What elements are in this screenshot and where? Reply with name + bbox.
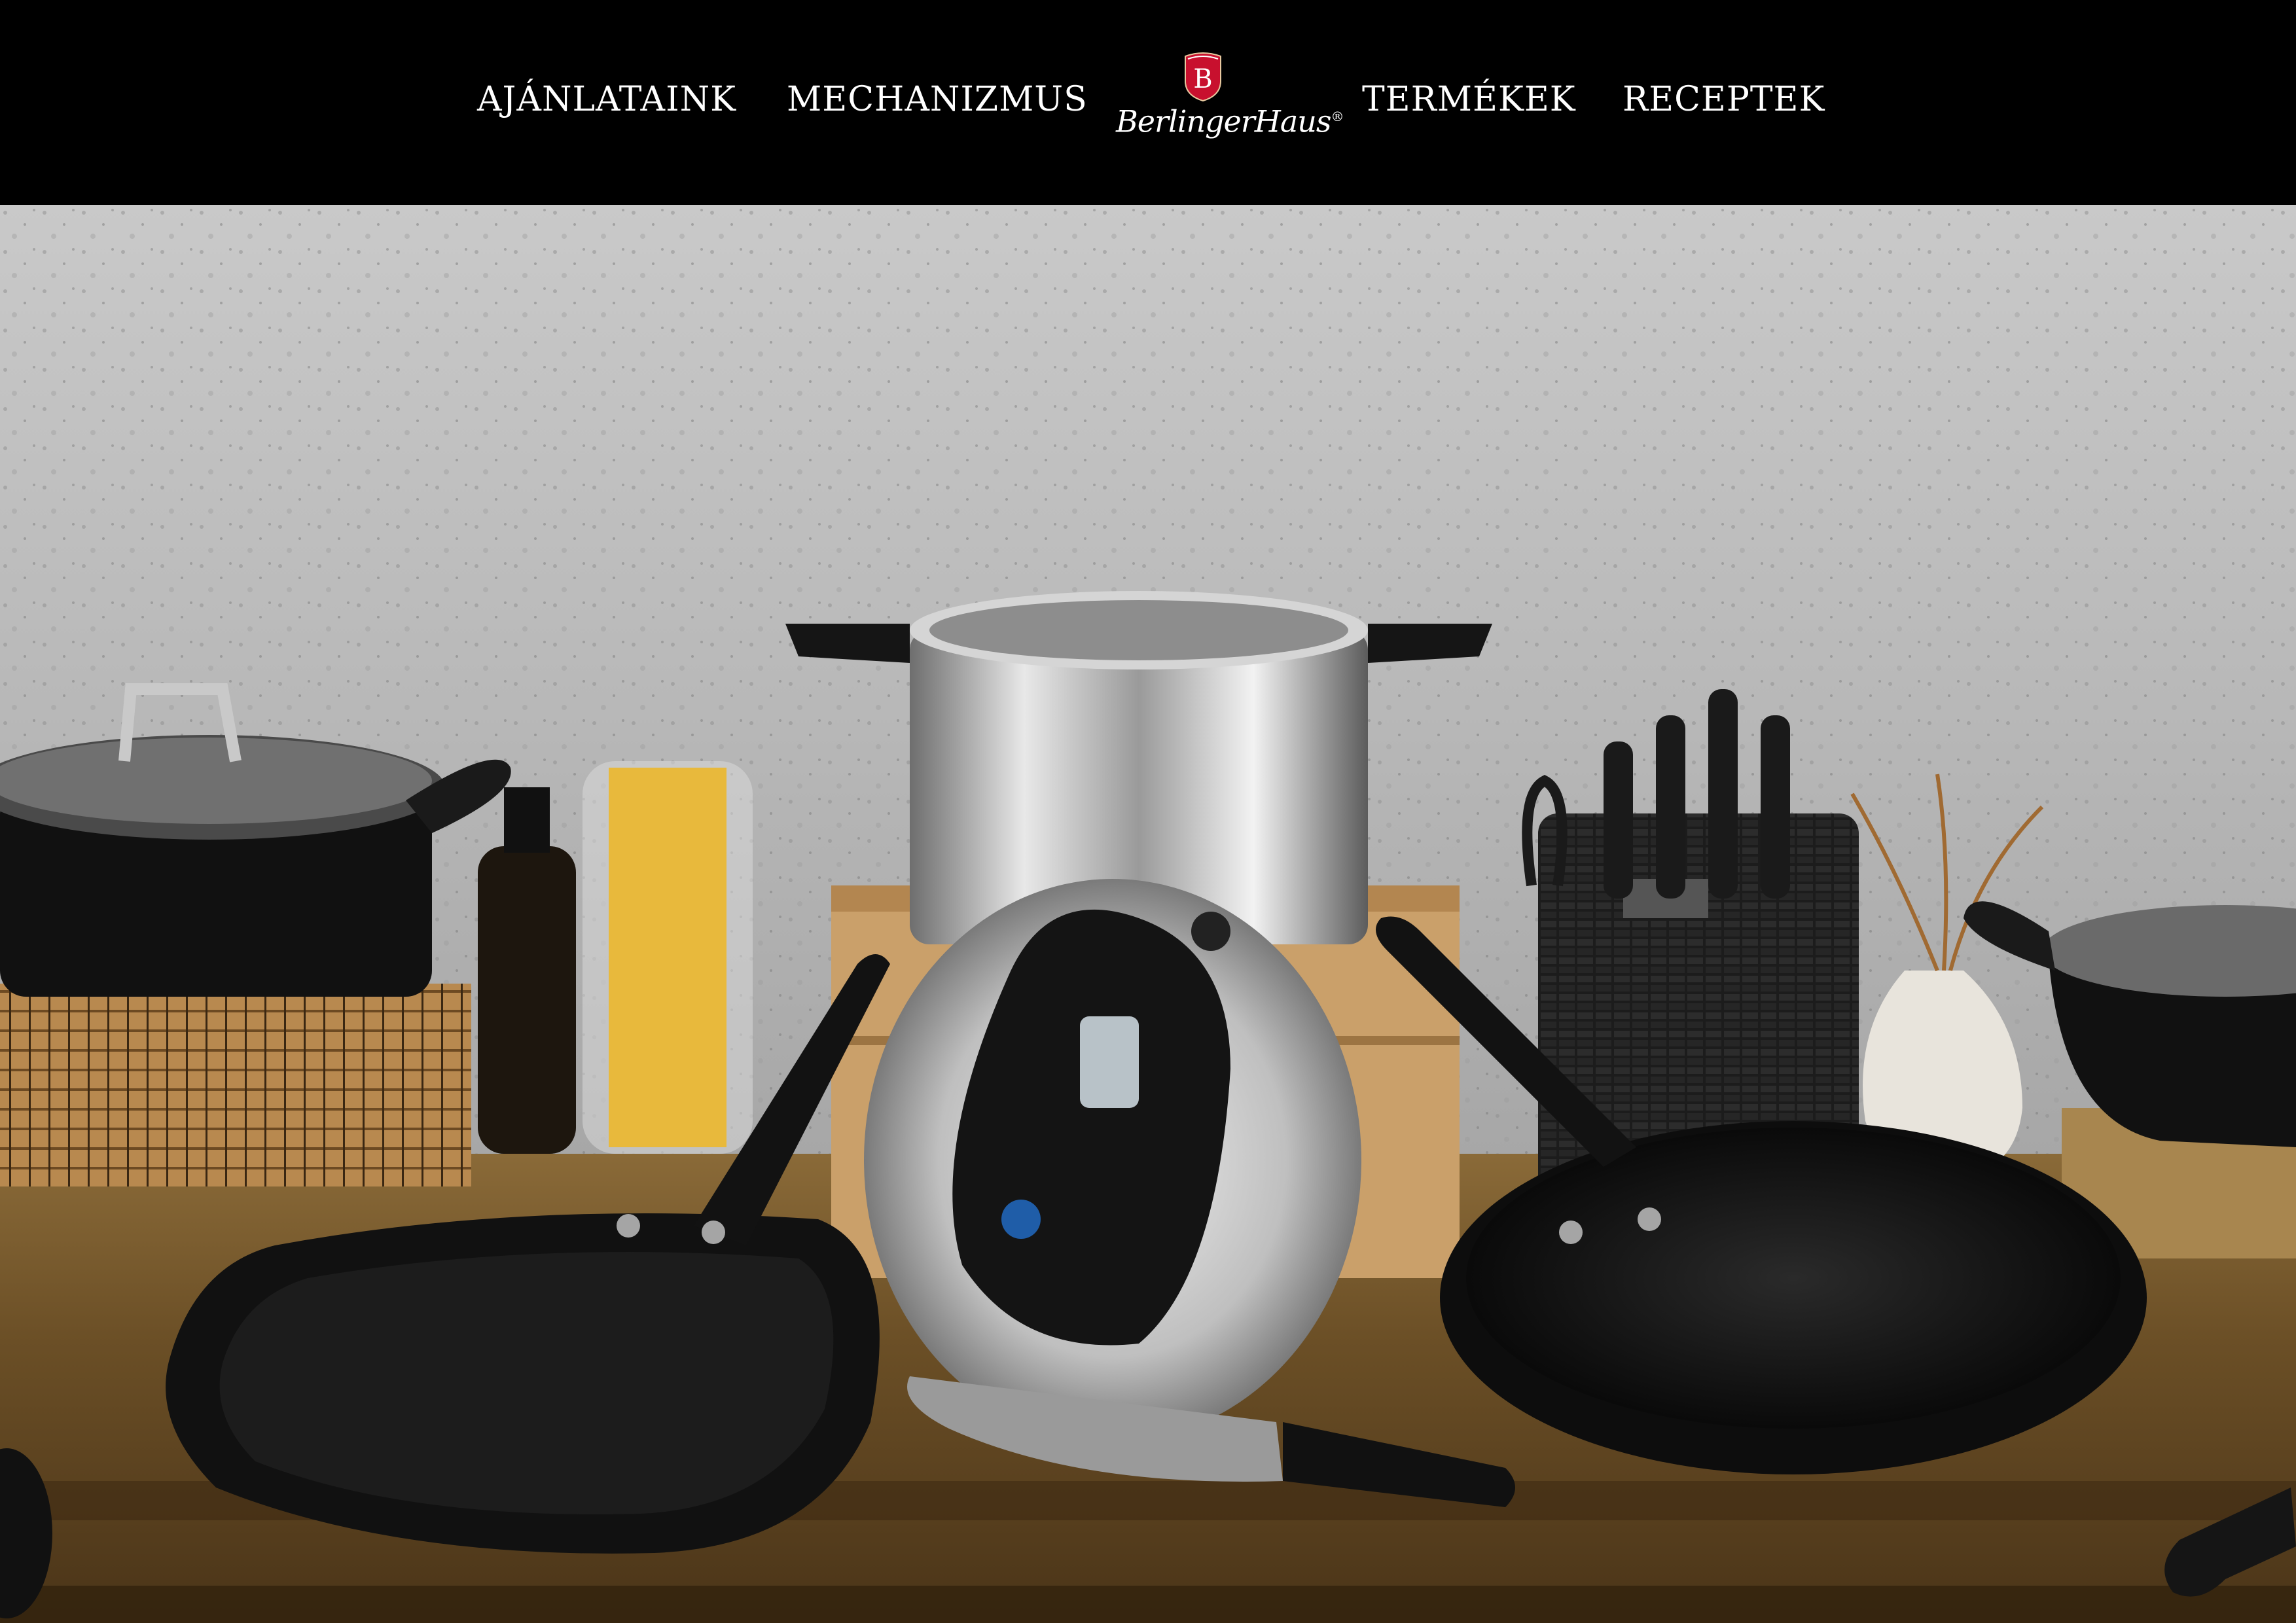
pressure-cooker-lid [864,879,1361,1442]
hero-cookware-photo [0,205,2296,1623]
logo-emblem-icon: B [1185,52,1221,102]
brand-name: BerlingerHaus [1116,103,1331,139]
nav-link-mechanizmus[interactable]: MECHANIZMUS [787,73,1087,126]
brand-wordmark: BerlingerHaus® [1116,103,1344,139]
nav-link-ajanlataink[interactable]: AJÁNLATAINK [477,73,736,126]
nav-link-termekek[interactable]: TERMÉKEK [1362,73,1575,126]
brand-logo[interactable]: B BerlingerHaus® [1116,51,1344,145]
logo-emblem-letter: B [1193,64,1212,94]
nav-link-receptek[interactable]: RECEPTEK [1623,73,1824,126]
bamboo-mat-left [0,984,471,1186]
oil-bottle [478,846,576,1154]
cookware-set-illustration [0,205,2296,1623]
site-header: AJÁNLATAINK MECHANIZMUS B BerlingerHaus®… [0,0,2296,205]
